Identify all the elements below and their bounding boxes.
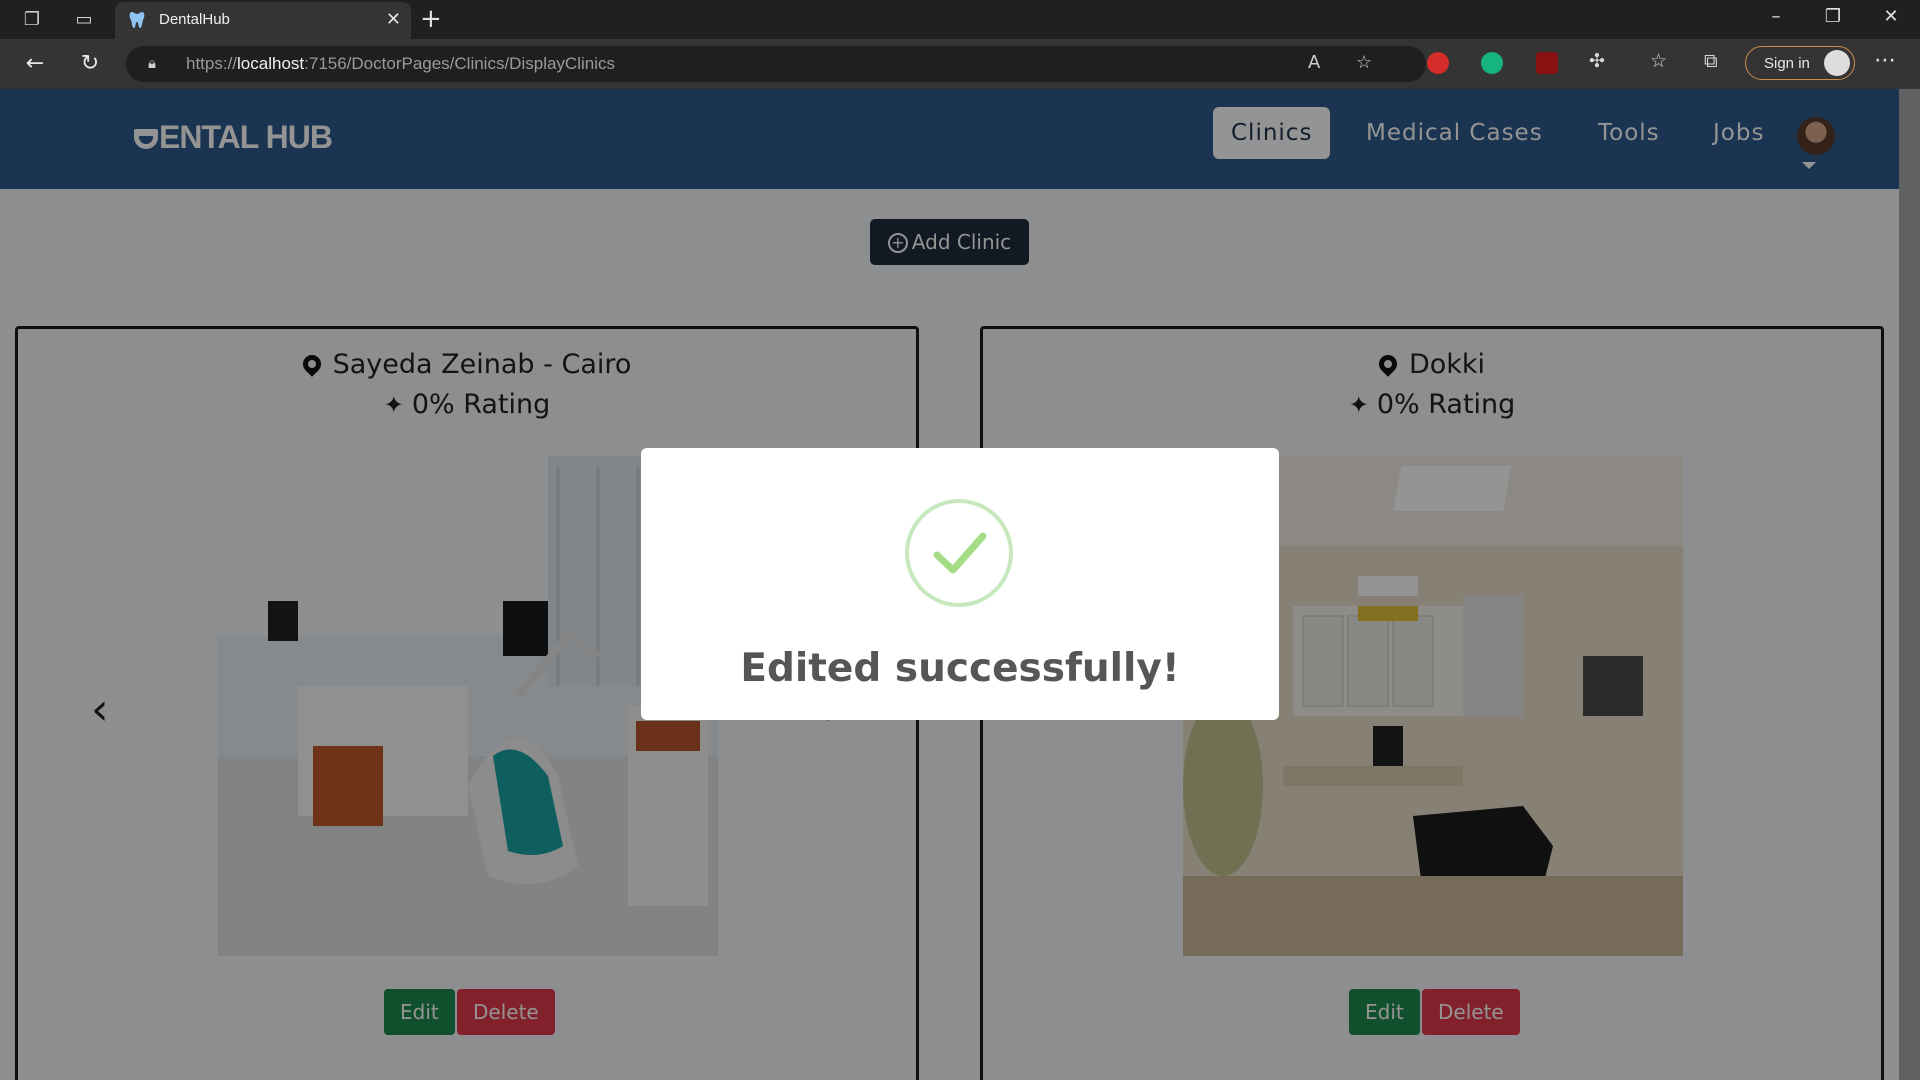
tab-title: DentalHub	[159, 11, 230, 28]
success-message: Edited successfully!	[740, 646, 1180, 691]
minimize-icon[interactable]: –	[1761, 6, 1791, 27]
extension-red-icon[interactable]	[1427, 52, 1449, 74]
sign-in-label: Sign in	[1764, 55, 1810, 72]
close-tab-icon[interactable]: ✕	[386, 9, 401, 30]
workspaces-icon[interactable]: ❐	[20, 8, 44, 32]
more-menu-icon[interactable]: ⋯	[1874, 48, 1896, 73]
favorites-icon[interactable]: ☆	[1650, 50, 1667, 72]
restore-icon[interactable]: ❐	[1818, 6, 1848, 27]
extensions-puzzle-icon[interactable]: ✣	[1589, 50, 1605, 72]
read-aloud-icon[interactable]: A	[1308, 52, 1320, 73]
address-bar-row: ← ↻ 🔒︎ https://localhost:7156/DoctorPage…	[0, 39, 1920, 89]
tab-actions-icon[interactable]: ▭	[72, 8, 96, 32]
profile-avatar-icon	[1824, 50, 1850, 76]
browser-tab-bar: ❐ ▭ DentalHub ✕ + – ❐ ✕	[0, 0, 1920, 39]
lock-icon: 🔒︎	[148, 54, 156, 72]
sign-in-button[interactable]: Sign in	[1745, 46, 1855, 80]
success-dialog: Edited successfully!	[641, 448, 1279, 720]
back-icon[interactable]: ←	[20, 51, 50, 76]
new-tab-icon[interactable]: +	[420, 4, 442, 34]
close-window-icon[interactable]: ✕	[1876, 6, 1906, 27]
url-text: https://localhost:7156/DoctorPages/Clini…	[186, 54, 615, 73]
success-check-icon	[905, 499, 1013, 607]
ublock-icon[interactable]	[1536, 52, 1558, 74]
collections-icon[interactable]: ⧉	[1704, 50, 1718, 72]
tooth-favicon-icon	[129, 12, 145, 28]
browser-tab[interactable]: DentalHub ✕	[115, 2, 411, 39]
url-field[interactable]: 🔒︎ https://localhost:7156/DoctorPages/Cl…	[126, 46, 1426, 82]
favorite-star-icon[interactable]: ☆	[1356, 52, 1372, 73]
refresh-icon[interactable]: ↻	[75, 51, 105, 76]
grammarly-icon[interactable]	[1481, 52, 1503, 74]
